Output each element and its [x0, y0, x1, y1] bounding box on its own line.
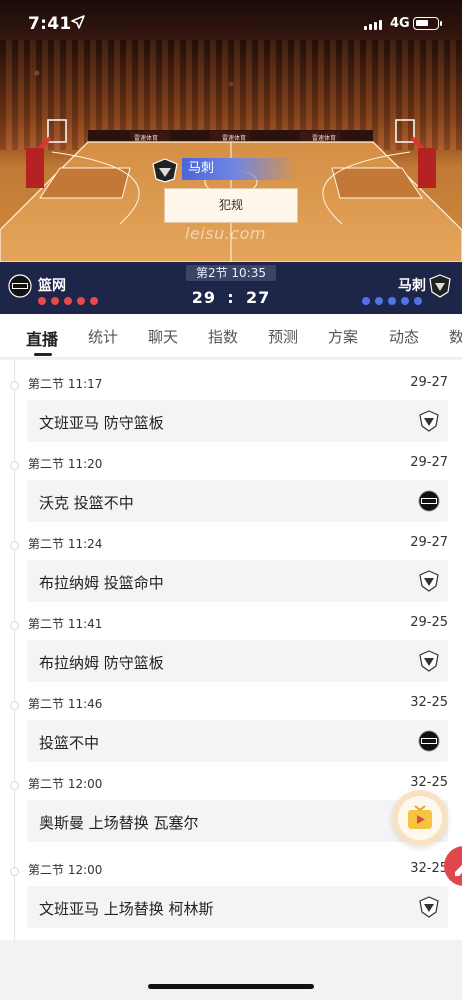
event-card: 文班亚马 上场替换 柯林斯	[27, 886, 448, 928]
event-time: 第二节 11:41	[28, 617, 103, 631]
spurs-logo-icon	[419, 570, 439, 592]
spurs-logo-icon	[419, 896, 439, 918]
event-time: 第二节 11:46	[28, 697, 103, 711]
event-score: 32-25	[410, 775, 448, 790]
live-event-team: 马刺	[182, 158, 297, 180]
video-float-button[interactable]	[392, 790, 448, 846]
tab-odds[interactable]: 指数	[208, 326, 238, 347]
event-time: 第二节 11:17	[28, 377, 103, 391]
event-time: 第二节 11:20	[28, 457, 103, 471]
event-card: 奥斯曼 上场替换 瓦塞尔	[27, 800, 448, 842]
event-card: 布拉纳姆 投篮命中	[27, 560, 448, 602]
play-by-play-list[interactable]: 第二节 11:17 29-27 文班亚马 防守篮板第二节 11:20 29-27 沃克 …	[0, 360, 462, 940]
event-text: 投篮不中	[39, 734, 100, 752]
status-time: 7:41	[28, 14, 72, 34]
live-event-action: 犯规	[164, 188, 298, 223]
tab-active-indicator	[34, 353, 52, 356]
away-team-name: 马刺	[398, 278, 426, 294]
event-text: 文班亚马 上场替换 柯林斯	[39, 900, 214, 918]
event-card: 文班亚马 防守篮板	[27, 400, 448, 442]
event-row: 第二节 11:41 29-25 布拉纳姆 防守篮板	[0, 600, 462, 682]
nets-logo-icon	[418, 730, 440, 752]
home-score: 29	[191, 288, 216, 307]
spurs-logo-icon	[152, 158, 178, 183]
event-time: 第二节 12:00	[28, 777, 103, 791]
event-score: 32-25	[410, 695, 448, 710]
timeline-dot	[10, 867, 19, 876]
event-row: 第二节 11:17 29-27 文班亚马 防守篮板	[0, 360, 462, 442]
edit-icon	[455, 865, 462, 876]
event-score: 29-27	[410, 455, 448, 470]
app-screen: 雷速体育 雷速体育 雷速体育 7:41 4G 马刺 犯规 leisu.com 篮…	[0, 0, 462, 1000]
score-separator: :	[227, 288, 235, 307]
location-arrow-icon	[71, 15, 85, 29]
event-text: 奥斯曼 上场替换 瓦塞尔	[39, 814, 199, 832]
event-score: 32-25	[410, 861, 448, 876]
court-ad-3: 雷速体育	[312, 134, 336, 142]
event-time: 第二节 11:24	[28, 537, 103, 551]
tab-live[interactable]: 直播	[26, 326, 58, 350]
tab-plans[interactable]: 方案	[328, 326, 358, 347]
timeline-dot	[10, 541, 19, 550]
spurs-logo-icon	[429, 274, 451, 298]
event-row: 第二节 12:00 32-25 文班亚马 上场替换 柯林斯	[0, 846, 462, 928]
tab-data[interactable]: 数	[449, 326, 462, 347]
spurs-logo-icon	[419, 650, 439, 672]
nets-logo-icon	[418, 490, 440, 512]
timeline-dot	[10, 461, 19, 470]
event-time: 第二节 12:00	[28, 863, 103, 877]
event-card: 沃克 投篮不中	[27, 480, 448, 522]
event-row: 第二节 12:00 32-25 奥斯曼 上场替换 瓦塞尔	[0, 760, 462, 842]
tab-bar: 直播 统计 聊天 指数 预测 方案 动态 数	[0, 314, 462, 358]
spurs-logo-icon	[419, 410, 439, 432]
event-row: 第二节 11:20 29-27 沃克 投篮不中	[0, 440, 462, 522]
event-text: 沃克 投篮不中	[39, 494, 134, 512]
event-row: 第二节 11:24 29-27 布拉纳姆 投篮命中	[0, 520, 462, 602]
edit-float-button[interactable]	[444, 846, 462, 886]
video-icon	[408, 805, 432, 829]
event-score: 29-27	[410, 535, 448, 550]
court-ad-1: 雷速体育	[134, 134, 158, 142]
away-timeouts	[362, 297, 422, 305]
event-text: 布拉纳姆 防守篮板	[39, 654, 164, 672]
event-card: 投篮不中	[27, 720, 448, 762]
court-ad-2: 雷速体育	[222, 134, 246, 142]
tab-news[interactable]: 动态	[389, 326, 419, 347]
timeline-dot	[10, 701, 19, 710]
watermark: leisu.com	[185, 224, 266, 243]
timeline-dot	[10, 381, 19, 390]
network-type: 4G	[390, 16, 410, 31]
timeline-dot	[10, 621, 19, 630]
event-text: 布拉纳姆 投篮命中	[39, 574, 164, 592]
bottom-area	[0, 940, 462, 1000]
event-score: 29-25	[410, 615, 448, 630]
scoreboard: 篮网 第2节 10:35 29:27 马刺	[0, 262, 462, 314]
home-indicator	[148, 984, 314, 989]
status-bar: 7:41 4G	[0, 0, 462, 44]
timeline-dot	[10, 781, 19, 790]
signal-icon	[364, 20, 382, 30]
tab-chat[interactable]: 聊天	[148, 326, 178, 347]
period-clock: 第2节 10:35	[186, 265, 276, 281]
event-row: 第二节 11:46 32-25 投篮不中	[0, 680, 462, 762]
event-text: 文班亚马 防守篮板	[39, 414, 164, 432]
tab-stats[interactable]: 统计	[88, 326, 118, 347]
event-score: 29-27	[410, 375, 448, 390]
battery-icon	[413, 17, 442, 30]
away-score: 27	[246, 288, 271, 307]
event-card: 布拉纳姆 防守篮板	[27, 640, 448, 682]
live-court-animation: 雷速体育 雷速体育 雷速体育 7:41 4G 马刺 犯规 leisu.com	[0, 0, 462, 262]
tab-prediction[interactable]: 预测	[268, 326, 298, 347]
